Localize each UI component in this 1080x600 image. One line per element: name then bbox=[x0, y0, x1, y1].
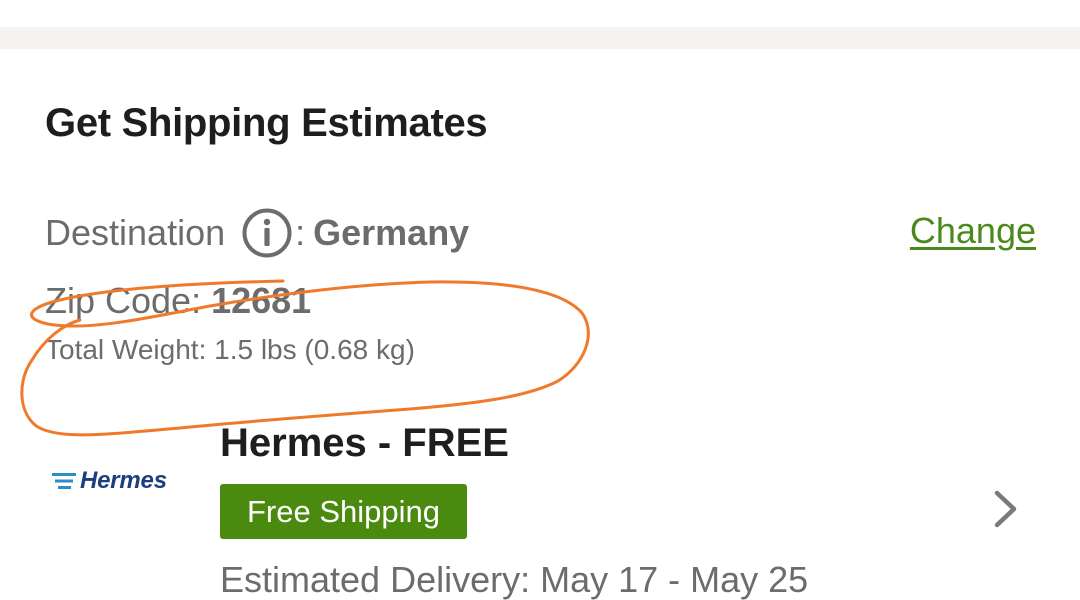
hermes-logo: Hermes bbox=[50, 465, 167, 497]
top-band bbox=[0, 0, 1080, 27]
free-shipping-badge: Free Shipping bbox=[220, 484, 467, 539]
zip-code-value: 12681 bbox=[211, 280, 312, 321]
destination-value: Germany bbox=[313, 212, 470, 253]
hermes-logo-text: Hermes bbox=[80, 467, 167, 494]
zip-code-row: Zip Code: 12681 bbox=[45, 280, 311, 322]
carrier-title: Hermes - FREE bbox=[220, 421, 509, 465]
destination-separator: : bbox=[295, 212, 306, 253]
estimated-delivery: Estimated Delivery: May 17 - May 25 bbox=[220, 559, 809, 600]
free-shipping-badge-label: Free Shipping bbox=[246, 493, 440, 529]
destination-row: Destination : Germany bbox=[45, 206, 469, 260]
destination-label: Destination bbox=[45, 212, 226, 253]
shipping-estimates-page: Get Shipping Estimates Destination : Ger… bbox=[0, 0, 1080, 600]
info-icon[interactable] bbox=[241, 207, 293, 259]
zip-code-label: Zip Code: bbox=[45, 280, 202, 321]
total-weight: Total Weight: 1.5 lbs (0.68 kg) bbox=[45, 334, 415, 365]
section-title: Get Shipping Estimates bbox=[45, 101, 488, 145]
chevron-right-icon[interactable] bbox=[990, 489, 1022, 529]
section-divider bbox=[0, 27, 1080, 49]
change-destination-link[interactable]: Change bbox=[910, 210, 1036, 252]
hermes-logo-icon bbox=[52, 473, 76, 489]
